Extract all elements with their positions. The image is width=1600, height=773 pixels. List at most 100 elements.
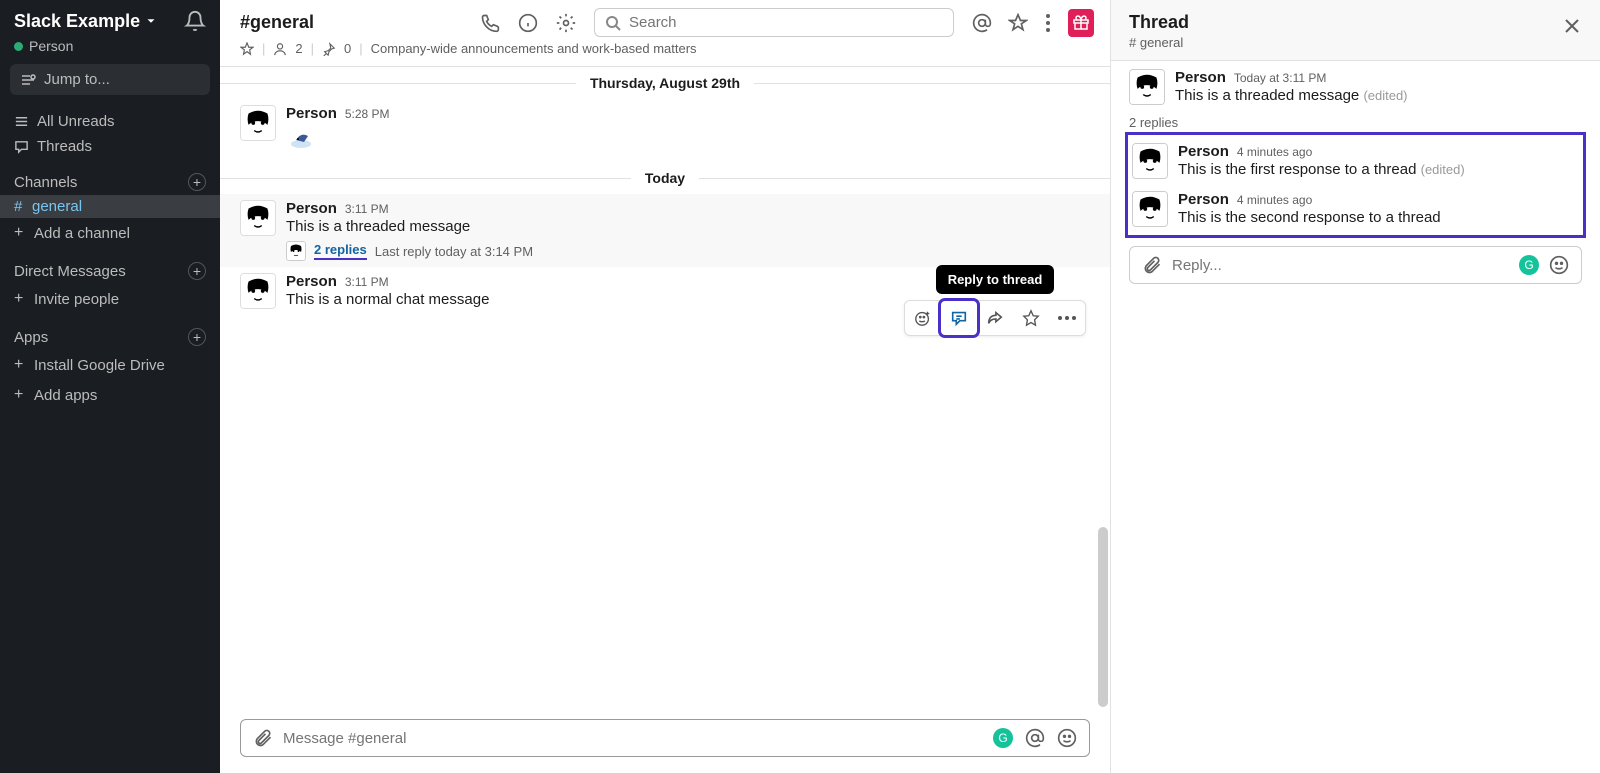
channel-title[interactable]: #general: [240, 12, 314, 33]
thread-replies-highlight: Person 4 minutes ago This is the first r…: [1125, 132, 1586, 238]
user-presence[interactable]: Person: [0, 38, 220, 64]
message-user[interactable]: Person: [286, 273, 337, 290]
members-icon: [273, 42, 287, 56]
invite-people-button[interactable]: + Invite people: [0, 284, 220, 314]
message-time: 3:11 PM: [345, 202, 389, 216]
avatar[interactable]: [240, 273, 276, 309]
thread-reply[interactable]: Person 4 minutes ago This is the first r…: [1128, 137, 1583, 185]
thread-channel[interactable]: # general: [1129, 35, 1189, 50]
member-count[interactable]: 2: [295, 41, 302, 56]
channel-subheader: | 2 | 0 | Company-wide announcements and…: [220, 41, 1110, 67]
add-apps-button[interactable]: + Add apps: [0, 380, 220, 410]
threads-link[interactable]: Threads: [0, 134, 220, 159]
reply-thread-button[interactable]: [941, 301, 977, 335]
add-app-icon[interactable]: +: [188, 328, 206, 346]
search-icon: [605, 15, 621, 31]
message-composer[interactable]: G: [240, 719, 1090, 757]
channel-header: #general: [220, 0, 1110, 41]
star-icon[interactable]: [1008, 13, 1028, 33]
thread-header: Thread # general: [1111, 0, 1600, 61]
add-channel-icon[interactable]: +: [188, 173, 206, 191]
grammarly-icon[interactable]: G: [1519, 255, 1539, 275]
date-divider-today: Today: [220, 162, 1110, 194]
search-field[interactable]: [629, 14, 943, 31]
threads-icon: [14, 139, 29, 154]
date-divider: Thursday, August 29th: [220, 67, 1110, 99]
avatar[interactable]: [1132, 191, 1168, 227]
plus-icon: +: [14, 290, 24, 308]
emoji-icon[interactable]: [1549, 255, 1569, 275]
message-text: This is a threaded message (edited): [1175, 87, 1582, 104]
apps-section: Apps +: [0, 314, 220, 350]
jump-icon: [20, 72, 36, 88]
message-text: This is a threaded message: [286, 218, 1090, 235]
message-user[interactable]: Person: [286, 105, 337, 122]
install-gdrive-button[interactable]: + Install Google Drive: [0, 350, 220, 380]
star-button[interactable]: [1013, 301, 1049, 335]
tooltip: Reply to thread: [936, 265, 1055, 294]
jump-to-input[interactable]: Jump to...: [10, 64, 210, 95]
mini-avatar: [286, 241, 306, 261]
paperclip-icon[interactable]: [253, 728, 273, 748]
phone-icon[interactable]: [480, 13, 500, 33]
main-column: #general | 2 | 0 |: [220, 0, 1110, 773]
search-input[interactable]: [594, 8, 954, 37]
channel-general[interactable]: # general: [0, 195, 220, 218]
sidebar: Slack Example Person Jump to... All Unre…: [0, 0, 220, 773]
more-menu[interactable]: [1044, 14, 1052, 32]
avatar[interactable]: [240, 105, 276, 141]
avatar[interactable]: [1132, 143, 1168, 179]
message-threaded[interactable]: Person 3:11 PM This is a threaded messag…: [220, 194, 1110, 267]
thread-parent-message[interactable]: Person Today at 3:11 PM This is a thread…: [1111, 61, 1600, 113]
channels-section: Channels +: [0, 159, 220, 195]
thread-reply[interactable]: Person 4 minutes ago This is the second …: [1128, 185, 1583, 233]
bird-image[interactable]: [286, 126, 1090, 156]
all-unreads[interactable]: All Unreads: [0, 109, 220, 134]
pin-count[interactable]: 0: [344, 41, 351, 56]
plus-icon: +: [14, 356, 24, 374]
avatar[interactable]: [1129, 69, 1165, 105]
replies-count: 2 replies: [1111, 113, 1600, 132]
close-icon[interactable]: [1562, 16, 1582, 36]
last-reply-label: Last reply today at 3:14 PM: [375, 244, 533, 259]
user-name: Person: [29, 38, 73, 54]
composer-input[interactable]: [283, 730, 983, 747]
bell-icon[interactable]: [184, 10, 206, 32]
thread-panel: Thread # general Person Today at 3:11 PM…: [1110, 0, 1600, 773]
message-user[interactable]: Person: [286, 200, 337, 217]
thread-composer[interactable]: G: [1129, 246, 1582, 284]
add-channel-button[interactable]: + Add a channel: [0, 218, 220, 248]
plus-icon: +: [14, 224, 24, 242]
info-icon[interactable]: [518, 13, 538, 33]
jump-to-label: Jump to...: [44, 71, 110, 88]
presence-dot-icon: [14, 42, 23, 51]
chevron-down-icon: [144, 14, 158, 28]
hash-icon: #: [14, 198, 26, 215]
scrollbar[interactable]: [1098, 527, 1108, 707]
thread-summary[interactable]: 2 replies Last reply today at 3:14 PM: [286, 241, 1090, 261]
paperclip-icon[interactable]: [1142, 255, 1162, 275]
mention-icon[interactable]: [1025, 728, 1045, 748]
more-actions-button[interactable]: [1049, 301, 1085, 335]
avatar[interactable]: [240, 200, 276, 236]
grammarly-icon[interactable]: G: [993, 728, 1013, 748]
add-reaction-button[interactable]: [905, 301, 941, 335]
thread-reply-input[interactable]: [1172, 257, 1509, 274]
add-dm-icon[interactable]: +: [188, 262, 206, 280]
message[interactable]: Person 5:28 PM: [220, 99, 1110, 162]
plus-icon: +: [14, 386, 24, 404]
workspace-switcher[interactable]: Slack Example: [14, 11, 158, 32]
workspace-name: Slack Example: [14, 11, 140, 32]
message-actions: [904, 300, 1086, 336]
channel-topic[interactable]: Company-wide announcements and work-base…: [371, 41, 697, 56]
thread-title: Thread: [1129, 12, 1189, 33]
star-outline-icon[interactable]: [240, 42, 254, 56]
share-button[interactable]: [977, 301, 1013, 335]
emoji-icon[interactable]: [1057, 728, 1077, 748]
dm-section: Direct Messages +: [0, 248, 220, 284]
mentions-icon[interactable]: [972, 13, 992, 33]
replies-link[interactable]: 2 replies: [314, 242, 367, 260]
message-user[interactable]: Person: [1175, 69, 1226, 86]
gift-button[interactable]: [1068, 9, 1094, 37]
gear-icon[interactable]: [556, 13, 576, 33]
